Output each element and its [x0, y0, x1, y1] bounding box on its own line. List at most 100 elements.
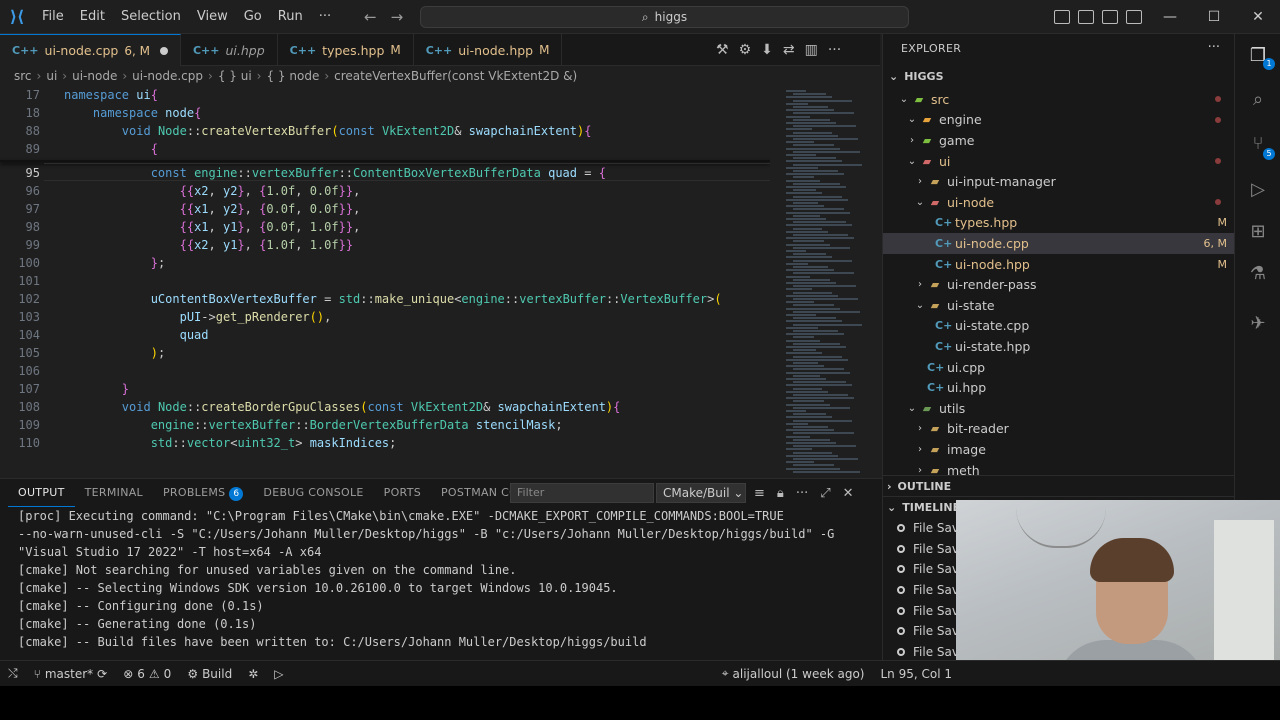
code-line[interactable]: 96 {{x2, y2}, {1.0f, 0.0f}}, [0, 182, 770, 200]
output-filter-input[interactable]: Filter [510, 483, 654, 503]
code-line[interactable]: 108 void Node::createBorderGpuClasses(co… [0, 398, 770, 416]
cursor-position[interactable]: Ln 95, Col 1 [872, 661, 960, 687]
git-blame[interactable]: ⌖ alijalloul (1 week ago) [714, 661, 873, 687]
output-channel-select[interactable]: CMake/Buil ⌄ [656, 483, 746, 503]
file-item[interactable]: C+ types.hpp M [883, 213, 1235, 234]
breadcrumb-item[interactable]: { } ui [218, 69, 252, 83]
branch-status[interactable]: ⑂ master* ⟳ [26, 661, 116, 687]
tab-terminal[interactable]: TERMINAL [75, 479, 153, 507]
minimap[interactable] [780, 86, 872, 474]
folder-item[interactable]: ⌄ ▰ ui-node [883, 192, 1235, 213]
code-line[interactable]: 105 ); [0, 344, 770, 362]
file-item[interactable]: C+ ui-state.cpp [883, 316, 1235, 337]
run-icon[interactable]: ⚒ [716, 42, 729, 58]
breadcrumb-item[interactable]: ui-node [72, 69, 117, 83]
code-line[interactable]: 109 engine::vertexBuffer::BorderVertexBu… [0, 416, 770, 434]
code-line[interactable]: 101 [0, 272, 770, 290]
code-line[interactable]: 110 std::vector<uint32_t> maskIndices; [0, 434, 770, 452]
code-line[interactable]: 107 } [0, 380, 770, 398]
code-line[interactable]: 106 [0, 362, 770, 380]
folder-item[interactable]: › ▰ game [883, 130, 1235, 151]
code-line[interactable]: 100 }; [0, 254, 770, 272]
code-line[interactable]: 98 {{x1, y1}, {0.0f, 1.0f}}, [0, 218, 770, 236]
folder-item[interactable]: › ▰ bit-reader [883, 419, 1235, 440]
menu-view[interactable]: View [189, 0, 236, 34]
code-line[interactable]: 97 {{x1, y2}, {0.0f, 0.0f}}, [0, 200, 770, 218]
debug-icon[interactable]: ⬇ [761, 42, 773, 58]
maximize-panel-icon[interactable]: ⤢ [820, 486, 830, 501]
gear-icon[interactable]: ⚙ [739, 42, 752, 58]
menu-selection[interactable]: Selection [113, 0, 189, 34]
run-icon[interactable]: ▷ [266, 661, 291, 687]
problems-status[interactable]: ⊗ 6 ⚠ 0 [115, 661, 179, 687]
more-icon[interactable]: ··· [796, 486, 808, 501]
folder-item[interactable]: › ▰ meth [883, 460, 1235, 481]
menu-file[interactable]: File [34, 0, 72, 34]
layout-customize-icon[interactable] [1054, 10, 1070, 24]
breadcrumb-item[interactable]: ui [46, 69, 57, 83]
breadcrumb-item[interactable]: createVertexBuffer(const VkExtent2D &) [334, 69, 577, 83]
postman-icon[interactable]: ✈ [1248, 314, 1268, 334]
code-line[interactable]: 89 { [0, 140, 770, 158]
code-line[interactable]: 17 namespace ui{ [0, 86, 770, 104]
editor-scrollbar[interactable] [872, 86, 880, 474]
folder-item[interactable]: › ▰ ui-render-pass [883, 274, 1235, 295]
toggle-secondary-sidebar-icon[interactable] [1126, 10, 1142, 24]
explorer-root[interactable]: ⌄ HIGGS [883, 66, 1235, 86]
command-center-search[interactable]: ⌕ higgs [420, 6, 909, 28]
file-item[interactable]: C+ ui-node.hpp M [883, 254, 1235, 275]
folder-item[interactable]: › ▰ image [883, 439, 1235, 460]
tab-ui-hpp[interactable]: C++ ui.hpp [181, 34, 278, 66]
file-item[interactable]: C+ ui.cpp [883, 357, 1235, 378]
build-status[interactable]: ⚙ Build [179, 661, 240, 687]
code-line[interactable]: 95 const engine::vertexBuffer::ContentBo… [0, 164, 770, 182]
tab-output[interactable]: OUTPUT [8, 479, 75, 507]
folder-item[interactable]: ⌄ ▰ ui-state [883, 295, 1235, 316]
extensions-icon[interactable]: ⊞ [1248, 222, 1268, 242]
tab-ui-node-cpp[interactable]: C++ ui-node.cpp 6, M [0, 34, 181, 66]
code-editor[interactable]: 17 namespace ui{18 namespace node{88 void… [0, 86, 770, 474]
close-panel-icon[interactable]: ✕ [843, 486, 854, 501]
folder-item[interactable]: ⌄ ▰ ui [883, 151, 1235, 172]
menu-run[interactable]: Run [270, 0, 311, 34]
menu-more[interactable]: ··· [311, 0, 339, 34]
folder-item[interactable]: ⌄ ▰ engine [883, 110, 1235, 131]
folder-item[interactable]: ⌄ ▰ src [883, 89, 1235, 110]
folder-item[interactable]: › ▰ ui-input-manager [883, 171, 1235, 192]
close-icon[interactable]: ✕ [1236, 0, 1280, 34]
tab-types-hpp[interactable]: C++ types.hpp M [278, 34, 414, 66]
tab-problems[interactable]: PROBLEMS 6 [153, 479, 253, 507]
unsaved-dot-icon[interactable] [159, 46, 168, 55]
code-line[interactable]: 104 quad [0, 326, 770, 344]
split-editor-icon[interactable]: ▥ [805, 42, 818, 58]
maximize-icon[interactable]: ☐ [1192, 0, 1236, 34]
breadcrumb-item[interactable]: src [14, 69, 32, 83]
tab-ports[interactable]: PORTS [374, 479, 431, 507]
toggle-sidebar-icon[interactable] [1078, 10, 1094, 24]
tab-ui-node-hpp[interactable]: C++ ui-node.hpp M [414, 34, 563, 66]
breadcrumb-item[interactable]: ui-node.cpp [132, 69, 203, 83]
menu-go[interactable]: Go [236, 0, 270, 34]
file-item[interactable]: C+ ui.hpp [883, 377, 1235, 398]
clear-output-icon[interactable]: ≡ [754, 486, 765, 501]
code-line[interactable]: 103 pUI->get_pRenderer(), [0, 308, 770, 326]
menu-edit[interactable]: Edit [72, 0, 113, 34]
remote-icon[interactable]: ⤭ [0, 661, 26, 687]
debug-icon[interactable]: ✲ [240, 661, 266, 687]
toggle-panel-icon[interactable] [1102, 10, 1118, 24]
file-item[interactable]: C+ ui-node.cpp 6, M [883, 233, 1235, 254]
run-debug-icon[interactable]: ▷ [1248, 180, 1268, 200]
code-line[interactable]: 99 {{x2, y1}, {1.0f, 1.0f}} [0, 236, 770, 254]
lock-icon[interactable]: 🔒︎ [777, 486, 784, 501]
minimize-icon[interactable]: — [1148, 0, 1192, 34]
search-icon[interactable]: ⌕ [1248, 90, 1268, 110]
back-arrow-icon[interactable]: ← [364, 8, 377, 26]
breadcrumb-item[interactable]: { } node [266, 69, 319, 83]
testing-icon[interactable]: ⚗ [1248, 264, 1268, 284]
more-actions-icon[interactable]: ··· [828, 42, 841, 58]
tab-debug-console[interactable]: DEBUG CONSOLE [253, 479, 373, 507]
code-line[interactable]: 102 uContentBoxVertexBuffer = std::make_… [0, 290, 770, 308]
more-icon[interactable]: ··· [1208, 40, 1220, 55]
file-item[interactable]: C+ ui-state.hpp [883, 336, 1235, 357]
code-line[interactable]: 18 namespace node{ [0, 104, 770, 122]
